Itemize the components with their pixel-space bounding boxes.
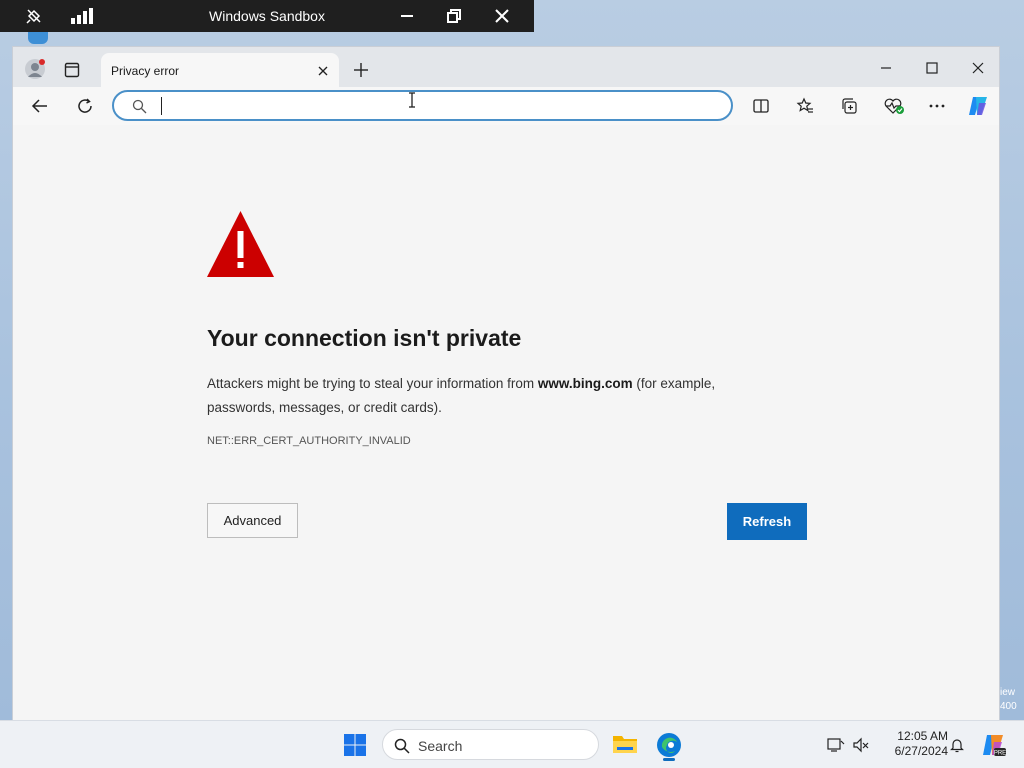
maximize-icon	[926, 62, 938, 74]
refresh-icon	[78, 98, 92, 113]
warning-triangle-icon	[206, 209, 275, 284]
svg-text:PRE: PRE	[994, 751, 1006, 757]
folder-icon	[613, 736, 637, 753]
more-horizontal-icon	[929, 104, 945, 108]
new-tab-button[interactable]	[352, 61, 370, 79]
tab-title: Privacy error	[111, 64, 180, 78]
minimize-icon	[401, 15, 413, 17]
split-screen-icon	[753, 99, 769, 113]
description-text-start: Attackers might be trying to steal your …	[207, 376, 538, 391]
heart-pulse-icon	[884, 98, 904, 114]
arrow-left-icon	[31, 99, 47, 113]
volume-muted-icon[interactable]	[852, 736, 870, 754]
star-list-icon	[796, 97, 813, 113]
edge-icon	[657, 733, 681, 757]
sandbox-titlebar: Windows Sandbox	[0, 0, 534, 32]
network-status-icon[interactable]	[827, 736, 845, 754]
clock-time: 12:05 AM	[897, 729, 948, 743]
edge-taskbar-button[interactable]	[655, 731, 683, 761]
tab-actions-button[interactable]	[63, 61, 81, 79]
window-close-button[interactable]	[970, 60, 986, 76]
address-bar[interactable]	[112, 90, 733, 121]
profile-avatar-icon	[25, 59, 45, 79]
desktop-icon-partial[interactable]	[28, 32, 48, 44]
sandbox-minimize-button[interactable]	[395, 0, 419, 32]
target-domain: www.bing.com	[537, 376, 633, 391]
settings-more-button[interactable]	[927, 96, 947, 116]
watermark-line-2: 400	[1000, 701, 1017, 712]
text-caret	[161, 97, 162, 115]
tab-actions-icon	[64, 62, 80, 78]
sandbox-close-button[interactable]	[490, 0, 514, 32]
minimize-icon	[881, 67, 891, 69]
collections-icon	[842, 98, 857, 114]
window-maximize-button[interactable]	[924, 60, 940, 76]
browser-toolbar	[13, 87, 999, 125]
search-icon	[393, 737, 410, 754]
copilot-button[interactable]	[965, 94, 991, 118]
file-explorer-button[interactable]	[611, 731, 639, 757]
error-code[interactable]: NET::ERR_CERT_AUTHORITY_INVALID	[207, 435, 411, 447]
taskbar: Search 12:05 AM 6/27/2024 PRE	[0, 720, 1024, 768]
refresh-page-button[interactable]: Refresh	[727, 503, 807, 540]
notifications-icon[interactable]	[949, 736, 965, 754]
refresh-button[interactable]	[75, 96, 95, 116]
close-tab-button[interactable]	[316, 64, 330, 78]
window-minimize-button[interactable]	[878, 60, 894, 76]
sandbox-restore-button[interactable]	[442, 0, 466, 32]
clock-date: 6/27/2024	[894, 744, 948, 758]
advanced-button[interactable]: Advanced	[207, 503, 298, 538]
back-button[interactable]	[30, 96, 50, 116]
tab-strip: Privacy error	[13, 47, 999, 87]
error-description: Attackers might be trying to steal your …	[207, 372, 767, 420]
active-app-indicator	[663, 758, 675, 761]
page-title: Your connection isn't private	[207, 325, 522, 351]
watermark-line-1: iew	[1000, 687, 1016, 698]
close-icon	[318, 66, 328, 76]
browser-essentials-button[interactable]	[883, 96, 905, 116]
windows-logo-icon	[344, 734, 366, 756]
profile-button[interactable]	[23, 57, 47, 81]
close-icon	[972, 62, 984, 74]
desktop-watermark: iew 400	[1000, 686, 1017, 714]
system-clock[interactable]: 12:05 AM 6/27/2024	[880, 729, 948, 759]
ibeam-cursor-icon	[407, 92, 417, 108]
copilot-taskbar-icon[interactable]: PRE	[979, 731, 1007, 759]
split-screen-button[interactable]	[751, 96, 771, 116]
close-icon	[495, 9, 509, 23]
taskbar-search[interactable]: Search	[382, 729, 599, 760]
copilot-icon	[969, 97, 987, 115]
tab-privacy-error[interactable]: Privacy error	[101, 53, 339, 87]
browser-window: Privacy error Your connection isn't priv…	[12, 46, 1000, 720]
plus-icon	[354, 63, 368, 77]
start-button[interactable]	[342, 732, 368, 758]
error-page: Your connection isn't private Attackers …	[13, 125, 999, 720]
restore-icon	[447, 9, 461, 23]
favorites-button[interactable]	[795, 96, 815, 116]
search-icon	[131, 98, 147, 114]
address-input[interactable]	[158, 97, 718, 115]
collections-button[interactable]	[839, 96, 859, 116]
taskbar-search-label: Search	[418, 738, 463, 754]
